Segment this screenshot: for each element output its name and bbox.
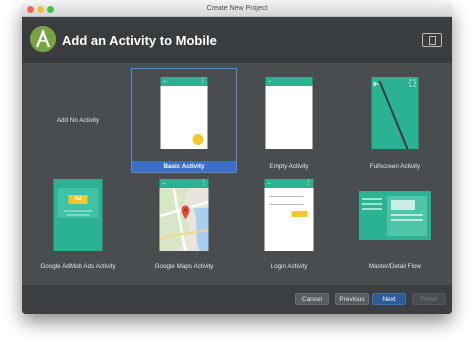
page-title: Add an Activity to Mobile [62,33,217,48]
email-field-line [269,196,304,197]
fullscreen-activity-preview [371,77,419,149]
overflow-menu-icon: ⋮ [305,180,312,186]
overflow-menu-icon: ⋮ [199,78,206,84]
app-bar: ← ⋮ [264,179,314,188]
finish-button: Finish [412,293,446,305]
basic-activity-preview: ← ⋮ [160,77,208,149]
wizard-footer: Cancel Previous Next Finish [22,285,452,314]
back-arrow-icon: ← [266,180,273,186]
master-list-line [362,203,382,205]
app-bar: ← [265,77,313,86]
activity-label: Basic Activity [132,161,236,172]
title-bar: Create New Project [22,4,452,17]
activity-tile-basic-activity[interactable]: ← ⋮ Basic Activity [131,68,237,173]
activity-label: Login Activity [270,263,308,270]
activity-label: Fullscreen Activity [369,163,421,170]
activity-tile-empty-activity[interactable]: ← Empty Activity [237,69,341,172]
activity-tile-add-no-activity[interactable]: Add No Activity [26,69,130,172]
empty-activity-preview: ← [265,77,313,149]
ad-text-line [66,214,90,216]
cancel-button[interactable]: Cancel [295,293,329,305]
ad-text-line [63,210,93,212]
activity-tile-master-detail-flow[interactable]: Master/Detail Flow [342,175,448,279]
activity-label: Google Maps Activity [154,263,214,270]
back-arrow-icon: ← [162,78,169,84]
activity-tile-login-activity[interactable]: ← ⋮ Login Activity [237,175,341,279]
login-activity-preview: ← ⋮ [264,179,314,251]
detail-pane [387,196,427,236]
back-arrow-icon: ← [267,78,274,84]
android-studio-logo-icon [30,26,56,52]
next-button[interactable]: Next [372,293,406,305]
back-arrow-icon: ← [161,180,168,186]
master-list-line [362,208,382,210]
activity-label: Empty Activity [269,163,309,170]
detail-text-line [391,219,423,221]
activity-label: Google AdMob Ads Activity [40,263,116,270]
maps-activity-preview: ← ⋮ [159,179,209,251]
master-list-line [362,198,382,200]
create-new-project-window: Create New Project Add an Activity to Mo… [22,4,452,314]
previous-button[interactable]: Previous [335,293,369,305]
floating-action-button-icon [192,134,204,145]
master-detail-preview [359,191,431,240]
wizard-header: Add an Activity to Mobile [22,17,452,63]
app-bar: ← ⋮ [160,77,208,86]
password-field-line [269,204,304,205]
activity-label: Add No Activity [56,117,100,124]
detail-text-line [391,214,423,216]
activity-gallery: Add No Activity ← ⋮ Basic Activity ← Emp… [22,63,452,285]
ad-badge: Ad [68,195,88,204]
sign-in-button-preview [291,211,308,217]
activity-tile-google-maps-activity[interactable]: ← ⋮ Google Maps Activity [132,175,236,279]
overflow-menu-icon: ⋮ [200,180,207,186]
device-form-factor-icon [422,33,442,47]
activity-tile-fullscreen-activity[interactable]: Fullscreen Activity [342,69,448,172]
admob-activity-preview: Ad [53,179,103,251]
detail-content-block [391,200,415,210]
activity-label: Master/Detail Flow [368,263,422,270]
window-title: Create New Project [206,5,268,12]
activity-tile-admob-activity[interactable]: Ad Google AdMob Ads Activity [26,175,130,279]
app-bar: ← ⋮ [159,179,209,188]
